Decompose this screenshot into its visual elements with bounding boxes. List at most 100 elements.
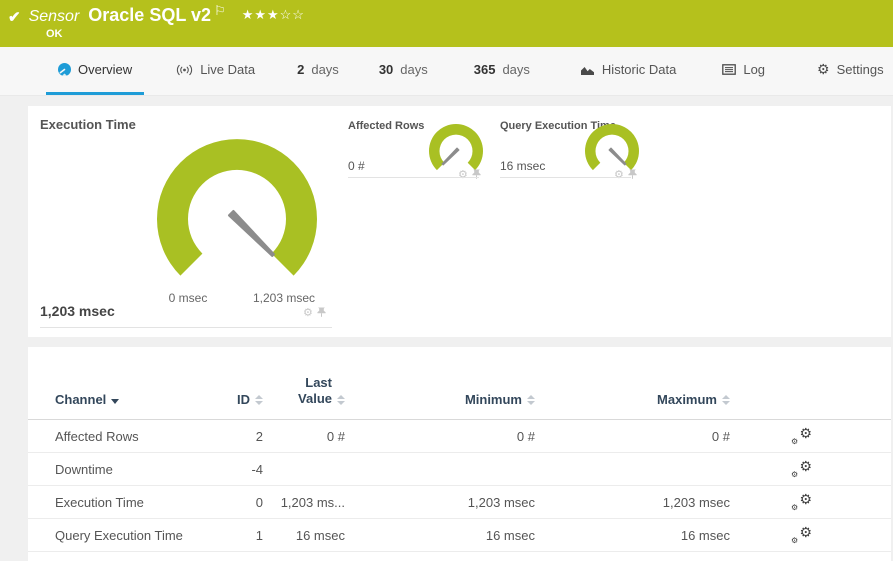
tab-overview[interactable]: Overview	[46, 47, 145, 95]
tab-number: 365	[473, 62, 496, 77]
priority-stars[interactable]: ★★★☆☆	[242, 7, 305, 23]
divider	[348, 177, 479, 178]
column-header-maximum[interactable]: Maximum	[535, 392, 730, 407]
channel-name: Downtime	[55, 461, 113, 477]
status-ok-check-icon: ✔	[8, 9, 21, 26]
gauge-needle	[227, 209, 275, 257]
channel-minimum: 0 #	[516, 428, 535, 444]
sensor-name: Oracle SQL v2	[88, 5, 212, 25]
channel-name: Affected Rows	[55, 428, 139, 444]
column-label: Channel	[55, 392, 107, 407]
tab-label: days	[311, 62, 339, 77]
channel-id: 1	[255, 527, 263, 543]
channel-settings-button[interactable]: ⚙ ⚙	[790, 523, 812, 545]
channel-id: 2	[255, 428, 263, 444]
tab-historic-data[interactable]: Historic Data	[568, 47, 688, 95]
priority-flag-icon[interactable]: ⚐	[214, 3, 226, 19]
gauges-panel: Execution Time 0 msec 1,203 msec 1,203 m…	[28, 106, 891, 337]
channel-settings-button[interactable]: ⚙ ⚙	[790, 457, 812, 479]
gear-icon: ⚙	[791, 436, 799, 446]
sort-icon[interactable]	[722, 395, 730, 405]
tab-live-data[interactable]: Live Data	[164, 47, 267, 95]
pin-icon[interactable]	[317, 307, 326, 318]
primary-gauge-value: 1,203 msec	[40, 303, 115, 319]
table-header-row: Channel ID Last Value Minimum Maximum	[28, 347, 891, 420]
column-label: Minimum	[464, 392, 522, 407]
channel-table-panel: Channel ID Last Value Minimum Maximum Af…	[28, 347, 891, 561]
table-row: Query Execution Time 1 16 msec 16 msec 1…	[28, 519, 891, 552]
gear-icon: ⚙	[799, 523, 812, 540]
tab-365-days[interactable]: 365 days	[462, 47, 542, 95]
column-header-minimum[interactable]: Minimum	[345, 392, 535, 407]
channel-last-value: 0 #	[326, 428, 345, 444]
stars-filled[interactable]: ★★★	[242, 7, 280, 22]
tab-30-days[interactable]: 30 days	[367, 47, 440, 95]
tab-number: 30	[378, 62, 394, 77]
stars-empty[interactable]: ☆☆	[280, 7, 305, 22]
channel-settings-button[interactable]: ⚙ ⚙	[790, 490, 812, 512]
channel-last-value: 1,203 ms...	[280, 494, 345, 510]
tab-label: days	[400, 62, 428, 77]
tab-label: Overview	[78, 62, 133, 77]
secondary-gauge-value: 0 #	[348, 159, 365, 173]
channel-settings-button[interactable]: ⚙ ⚙	[790, 424, 812, 446]
table-row: Affected Rows 2 0 # 0 # 0 # ⚙ ⚙	[28, 420, 891, 453]
column-label: ID	[237, 392, 250, 407]
tab-settings[interactable]: ⚙ Settings	[805, 47, 893, 95]
gear-icon: ⚙	[799, 490, 812, 507]
sort-icon[interactable]	[527, 395, 535, 405]
divider	[500, 177, 631, 178]
channel-id: -4	[251, 461, 263, 477]
gauge-settings-icon[interactable]: ⚙	[614, 168, 624, 181]
channel-maximum: 1,203 msec	[662, 494, 730, 510]
gear-icon: ⚙	[799, 424, 812, 441]
tab-label: Live Data	[200, 62, 256, 77]
column-header-last-value[interactable]: Last Value	[263, 375, 345, 408]
pin-icon[interactable]	[472, 169, 481, 180]
column-label: Maximum	[657, 392, 717, 407]
sensor-status-badge: OK	[46, 28, 63, 40]
gear-icon: ⚙	[791, 469, 799, 479]
divider	[40, 327, 332, 328]
sensor-type-label: Sensor	[28, 8, 80, 25]
pin-icon[interactable]	[628, 169, 637, 180]
gauge-scale-max: 1,203 msec	[252, 291, 316, 305]
column-label: Last	[305, 374, 332, 390]
gauge-icon	[58, 63, 71, 76]
secondary-gauge-value: 16 msec	[500, 159, 546, 173]
gauge-settings-icon[interactable]: ⚙	[303, 306, 313, 319]
gauge-needle	[441, 147, 460, 166]
channel-minimum: 16 msec	[485, 527, 535, 543]
tab-2-days[interactable]: 2 days	[285, 47, 351, 95]
sort-icon[interactable]	[337, 395, 345, 405]
sensor-header: ✔ Sensor Oracle SQL v2 ⚐ ★★★☆☆ OK	[0, 0, 893, 47]
gauge-settings-icon[interactable]: ⚙	[458, 168, 468, 181]
channel-maximum: 0 #	[711, 428, 730, 444]
tab-label: Historic Data	[601, 62, 677, 77]
gear-icon: ⚙	[791, 502, 799, 512]
gear-icon: ⚙	[791, 535, 799, 545]
gauge-scale-min: 0 msec	[168, 291, 208, 305]
channel-name: Query Execution Time	[55, 527, 183, 543]
secondary-gauge-title: Affected Rows	[348, 120, 425, 132]
channel-id: 0	[255, 494, 263, 510]
tab-label: Log	[743, 62, 766, 77]
tab-number: 2	[297, 62, 305, 77]
gear-icon: ⚙	[817, 61, 830, 77]
primary-gauge-title: Execution Time	[40, 117, 136, 132]
tab-log[interactable]: Log	[710, 47, 777, 95]
log-list-icon	[722, 64, 737, 75]
channel-minimum: 1,203 msec	[467, 494, 535, 510]
column-header-channel[interactable]: Channel	[55, 392, 230, 407]
tab-label: days	[502, 62, 530, 77]
secondary-gauge-tools: ⚙	[614, 168, 637, 181]
sort-icon[interactable]	[255, 395, 263, 405]
table-row: Downtime -4 ⚙ ⚙	[28, 453, 891, 486]
area-chart-icon	[580, 66, 594, 75]
primary-gauge-tools: ⚙	[303, 306, 326, 319]
sort-desc-icon[interactable]	[111, 399, 120, 404]
column-header-id[interactable]: ID	[230, 392, 263, 407]
gear-icon: ⚙	[799, 457, 812, 474]
channel-name: Execution Time	[55, 494, 144, 510]
gauge-needle	[608, 147, 627, 166]
